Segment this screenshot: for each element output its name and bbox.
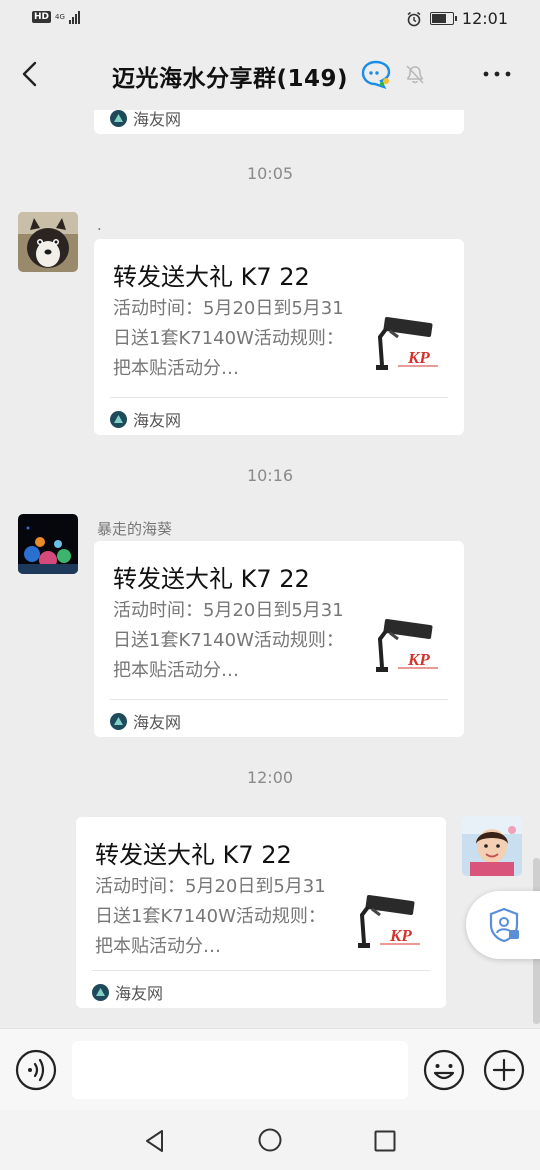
message-input[interactable]	[72, 1041, 408, 1099]
card-source-label: 海友网	[133, 110, 182, 129]
lamp-thumbnail: KP	[350, 885, 426, 961]
status-bar: HD 4G 12:01	[0, 0, 540, 38]
lamp-thumbnail: KP	[368, 307, 444, 383]
brand-mark: KP	[407, 348, 430, 367]
card-divider	[110, 397, 448, 398]
card-source: 海友网	[110, 407, 181, 431]
message-card-mine[interactable]: 转发送大礼 K7 22 活动时间：5月20日到5月31日送1套K7140W活动规…	[76, 817, 446, 1008]
status-right: 12:01	[406, 9, 508, 28]
title-bar: 迈光海水分享群(149)	[0, 38, 540, 110]
chat-area[interactable]: 海友网 10:05 . 转发送大礼 K7 22 活动时间：5月20日到5月31日…	[0, 110, 540, 1028]
card-title: 转发送大礼 K7 22	[113, 263, 310, 291]
status-time: 12:01	[461, 9, 508, 28]
chat-title: 迈光海水分享群(149)	[112, 66, 349, 92]
card-title: 转发送大礼 K7 22	[113, 565, 310, 593]
network-type: 4G	[55, 12, 65, 21]
card-divider	[92, 970, 430, 971]
haiyou-logo-icon	[110, 712, 127, 730]
floating-shield-button[interactable]	[466, 891, 540, 959]
haiyou-logo-icon	[110, 110, 127, 127]
card-source-label: 海友网	[133, 411, 182, 430]
sender-name: 暴走的海葵	[97, 520, 173, 538]
ai-assistant-icon[interactable]	[360, 59, 392, 89]
signal-icon	[68, 10, 80, 24]
timestamp: 10:16	[246, 466, 294, 485]
card-source-label: 海友网	[133, 713, 182, 732]
hd-badge: HD	[32, 11, 52, 23]
input-bar	[0, 1028, 540, 1111]
status-left: HD 4G	[32, 10, 80, 24]
voice-icon[interactable]	[15, 1049, 57, 1091]
card-source: 海友网	[110, 709, 181, 733]
more-dots-icon[interactable]	[480, 60, 514, 88]
nav-home-icon[interactable]	[257, 1127, 283, 1153]
timestamp: 10:05	[246, 164, 294, 183]
brand-mark: KP	[407, 650, 430, 669]
message-card[interactable]: 转发送大礼 K7 22 活动时间：5月20日到5月31日送1套K7140W活动规…	[94, 541, 464, 737]
card-title: 转发送大礼 K7 22	[95, 841, 292, 869]
lamp-thumbnail: KP	[368, 609, 444, 685]
card-source-label: 海友网	[115, 984, 164, 1003]
timestamp: 12:00	[246, 768, 294, 787]
card-description: 活动时间：5月20日到5月31日送1套K7140W活动规则：把本贴活动分…	[95, 876, 326, 957]
alarm-icon	[407, 11, 421, 26]
nav-recent-icon[interactable]	[372, 1128, 398, 1154]
my-avatar[interactable]	[462, 816, 522, 876]
haiyou-logo-icon	[92, 983, 109, 1001]
chevron-left-icon[interactable]	[14, 58, 46, 90]
card-source: 海友网	[92, 980, 163, 1004]
battery-icon	[429, 12, 457, 25]
card-description: 活动时间：5月20日到5月31日送1套K7140W活动规则：把本贴活动分…	[113, 298, 344, 379]
message-card[interactable]: 转发送大礼 K7 22 活动时间：5月20日到5月31日送1套K7140W活动规…	[94, 239, 464, 435]
card-divider	[110, 699, 448, 700]
card-description: 活动时间：5月20日到5月31日送1套K7140W活动规则：把本贴活动分…	[113, 600, 344, 681]
nav-back-icon[interactable]	[142, 1128, 168, 1154]
bell-muted-icon	[406, 65, 424, 84]
card-source: 海友网	[110, 110, 181, 130]
system-nav-bar	[0, 1110, 540, 1170]
sender-name: .	[97, 216, 102, 234]
shield-user-icon	[489, 907, 519, 943]
avatar[interactable]	[18, 212, 78, 272]
plus-icon[interactable]	[483, 1049, 525, 1091]
brand-mark: KP	[389, 926, 412, 945]
emoji-icon[interactable]	[423, 1049, 465, 1091]
message-card-partial[interactable]: 海友网	[94, 110, 464, 134]
avatar[interactable]	[18, 514, 78, 574]
haiyou-logo-icon	[110, 410, 127, 428]
